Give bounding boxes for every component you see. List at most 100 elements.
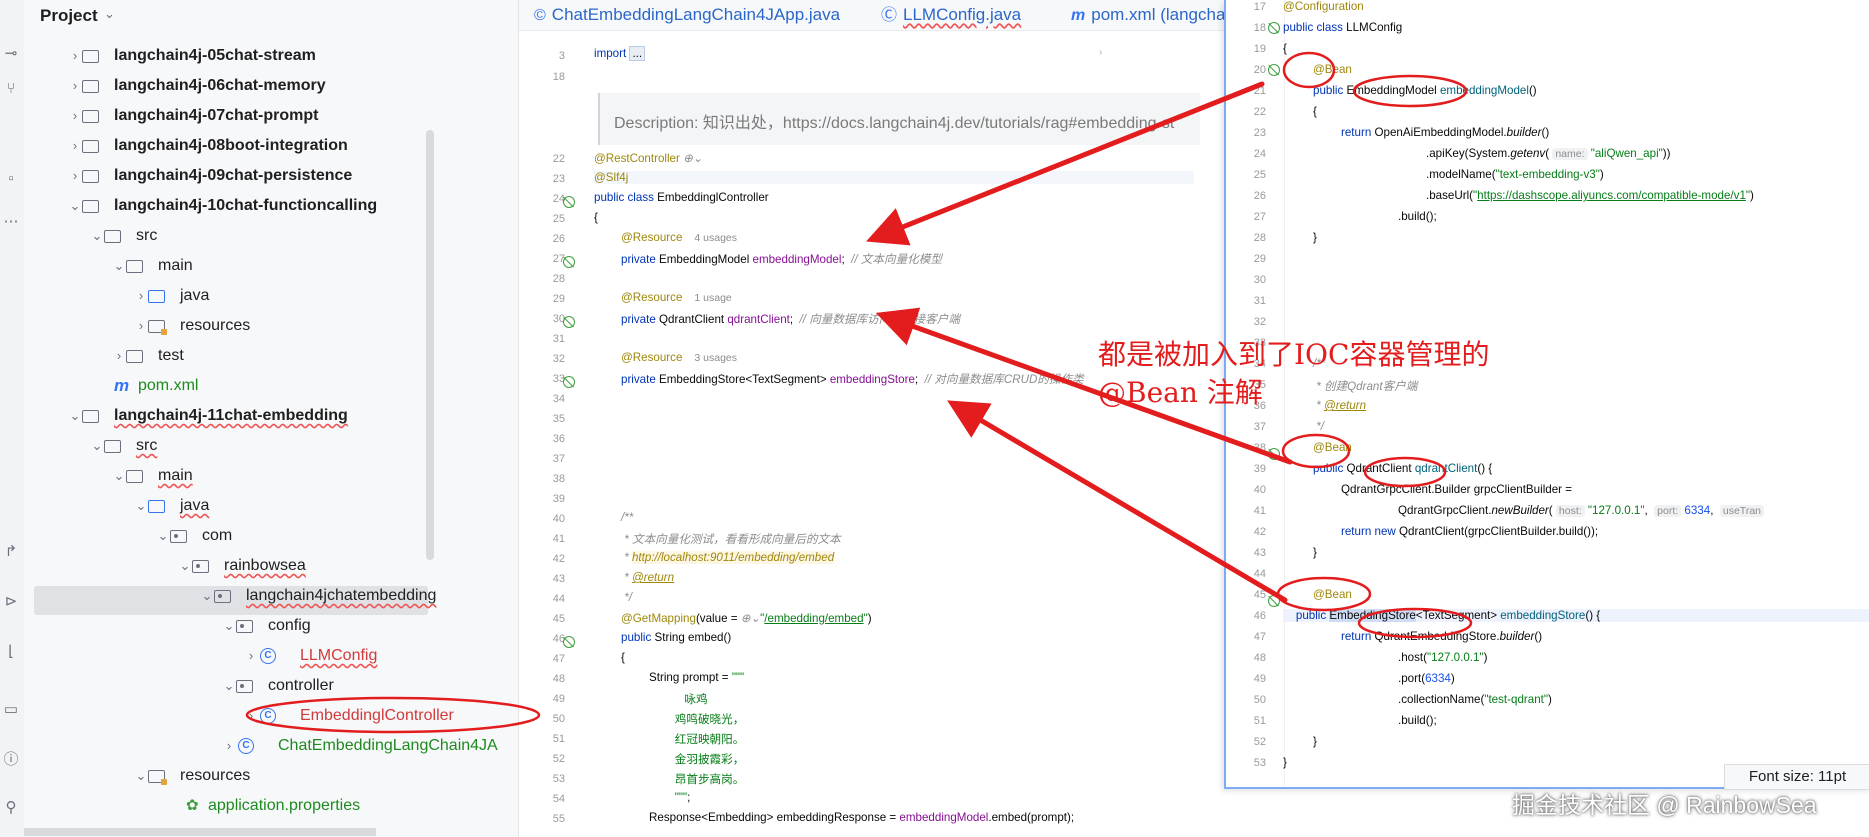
fold-marker[interactable]: › <box>1099 47 1102 58</box>
code-line[interactable]: @RestController ⊕⌄ <box>594 151 703 165</box>
tree-item-src[interactable]: ⌄ src <box>24 431 518 461</box>
code-line[interactable]: @Configuration <box>1283 0 1364 13</box>
tab-llmconfig[interactable]: Ⓒ LLMConfig.java <box>881 0 1021 30</box>
code-line[interactable]: @Resource 4 usages <box>621 231 737 244</box>
git-icon[interactable]: ⚲ <box>2 798 20 816</box>
tree-item-module-06[interactable]: › langchain4j-06chat-memory <box>24 71 518 101</box>
code-line[interactable]: } <box>1313 231 1317 244</box>
tree-item-resources[interactable]: › resources <box>24 311 518 341</box>
tree-item-java[interactable]: › java <box>24 281 518 311</box>
code-line[interactable]: 金羽披霞彩， <box>649 751 745 767</box>
code-line[interactable]: /** <box>621 511 633 524</box>
code-line[interactable]: private EmbeddingModel embeddingModel; /… <box>621 251 942 267</box>
tree-item-module-08[interactable]: › langchain4j-08boot-integration <box>24 131 518 161</box>
spring-bean-gutter-icon[interactable] <box>563 376 575 388</box>
horizontal-scrollbar[interactable] <box>24 828 376 836</box>
code-line[interactable]: } <box>1313 546 1317 559</box>
vertical-scrollbar[interactable] <box>426 130 434 560</box>
code-line[interactable]: public QdrantClient qdrantClient() { <box>1313 462 1492 475</box>
chevron-down-icon[interactable]: ⌄ <box>90 221 104 251</box>
code-line[interactable]: @Bean <box>1313 441 1352 454</box>
chevron-down-icon[interactable]: ⌄ <box>222 611 236 641</box>
problems-icon[interactable]: ▭ <box>2 700 20 718</box>
code-line[interactable]: 红冠映朝阳。 <box>649 731 745 747</box>
code-line[interactable]: .collectionName("test-qdrant") <box>1398 693 1552 706</box>
chevron-down-icon[interactable]: ⌄ <box>112 251 126 281</box>
code-line[interactable]: @Bean <box>1313 63 1352 76</box>
tree-item-langchain4jchatembedding[interactable]: ⌄ langchain4jchatembedding <box>24 581 518 611</box>
chevron-down-icon[interactable]: ⌄ <box>134 761 148 791</box>
code-line[interactable]: public class EmbeddinglController <box>594 191 769 204</box>
code-line[interactable]: public EmbeddingModel embeddingModel() <box>1313 84 1537 97</box>
tab-pom[interactable]: m pom.xml (langcha <box>1071 0 1225 30</box>
tree-item-application-properties[interactable]: ✿ application.properties <box>24 791 518 821</box>
chevron-right-icon[interactable]: › <box>222 731 236 761</box>
code-line[interactable]: } <box>1283 756 1287 769</box>
info-icon[interactable]: ⓘ <box>2 748 20 769</box>
chevron-right-icon[interactable]: › <box>244 641 258 671</box>
code-line[interactable]: { <box>621 651 625 664</box>
spring-bean-gutter-icon[interactable] <box>1268 64 1280 76</box>
tree-item-app-class[interactable]: › C ChatEmbeddingLangChain4JA <box>24 731 518 761</box>
structure-icon[interactable]: ▫ <box>2 170 20 187</box>
spring-bean-gutter-icon[interactable] <box>1268 595 1280 607</box>
code-line[interactable]: .build(); <box>1398 210 1437 223</box>
chevron-right-icon[interactable]: › <box>68 101 82 131</box>
chevron-right-icon[interactable]: › <box>68 131 82 161</box>
code-line[interactable]: @Slf4j <box>594 171 1194 184</box>
chevron-right-icon[interactable]: › <box>68 41 82 71</box>
code-line[interactable]: { <box>1313 105 1317 118</box>
code-line[interactable]: */ <box>621 591 632 604</box>
code-line[interactable]: QdrantGrpcClient.newBuilder( host: "127.… <box>1398 504 1765 517</box>
tree-item-java[interactable]: ⌄ java <box>24 491 518 521</box>
code-line[interactable]: */ <box>1313 420 1324 433</box>
tree-item-module-10[interactable]: ⌄ langchain4j-10chat-functioncalling <box>24 191 518 221</box>
tree-item-llmconfig[interactable]: › C LLMConfig <box>24 641 518 671</box>
tree-item-rainbowsea[interactable]: ⌄ rainbowsea <box>24 551 518 581</box>
chevron-right-icon[interactable]: › <box>68 161 82 191</box>
tree-item-module-11[interactable]: ⌄ langchain4j-11chat-embedding <box>24 401 518 431</box>
code-line[interactable]: .apiKey(System.getenv( name: "aliQwen_ap… <box>1426 147 1671 160</box>
more-tools-icon[interactable]: ⋯ <box>2 212 20 230</box>
terminal-icon[interactable]: ⌊ <box>2 642 20 660</box>
usages-hint[interactable]: 3 usages <box>694 352 737 364</box>
code-line[interactable]: .host("127.0.0.1") <box>1398 651 1487 664</box>
tree-item-main[interactable]: ⌄ main <box>24 461 518 491</box>
tree-item-main[interactable]: ⌄ main <box>24 251 518 281</box>
code-line[interactable]: public class LLMConfig <box>1283 21 1402 34</box>
chevron-down-icon[interactable]: ⌄ <box>156 521 170 551</box>
project-title[interactable]: Project <box>40 6 98 26</box>
spring-bean-gutter-icon[interactable] <box>563 316 575 328</box>
code-line[interactable]: { <box>1283 42 1287 55</box>
code-line-current[interactable]: public EmbeddingStore<TextSegment> embed… <box>1283 609 1869 622</box>
tree-item-pom[interactable]: m pom.xml <box>24 371 518 401</box>
code-line[interactable]: QdrantGrpcClient.Builder grpcClientBuild… <box>1341 483 1572 496</box>
code-line[interactable]: * http://localhost:9011/embedding/embed <box>621 551 835 564</box>
tree-item-src[interactable]: ⌄ src <box>24 221 518 251</box>
code-line[interactable]: { <box>594 211 598 224</box>
git-branch-icon[interactable]: ⑂ <box>2 80 20 97</box>
spring-bean-gutter-icon[interactable] <box>563 256 575 268</box>
code-line[interactable]: """; <box>649 791 691 804</box>
run-icon[interactable]: ↱ <box>2 542 20 560</box>
spring-bean-gutter-icon[interactable] <box>563 636 575 648</box>
commit-icon[interactable]: ⊸ <box>2 44 20 62</box>
chevron-down-icon[interactable]: ⌄ <box>68 401 82 431</box>
chevron-down-icon[interactable]: ⌄ <box>178 551 192 581</box>
chevron-right-icon[interactable]: › <box>134 311 148 341</box>
chevron-down-icon[interactable]: ⌄ <box>134 491 148 521</box>
tree-item-com[interactable]: ⌄ com <box>24 521 518 551</box>
services-icon[interactable]: ⊳ <box>2 592 20 610</box>
code-line[interactable]: private QdrantClient qdrantClient; // 向量… <box>621 311 960 327</box>
spring-bean-gutter-icon[interactable] <box>563 196 575 208</box>
code-line[interactable]: @Resource 3 usages <box>621 351 737 364</box>
chevron-down-icon[interactable]: ⌄ <box>68 191 82 221</box>
code-line[interactable]: 咏鸡 <box>649 691 707 707</box>
code-line-import[interactable]: import ... <box>594 46 646 61</box>
spring-bean-gutter-icon[interactable] <box>1268 448 1280 460</box>
tree-item-test[interactable]: › test <box>24 341 518 371</box>
chevron-down-icon[interactable]: ⌄ <box>200 581 214 611</box>
chevron-right-icon[interactable]: › <box>112 341 126 371</box>
code-line[interactable]: return OpenAiEmbeddingModel.builder() <box>1341 126 1549 139</box>
code-line[interactable]: .port(6334) <box>1398 672 1455 685</box>
